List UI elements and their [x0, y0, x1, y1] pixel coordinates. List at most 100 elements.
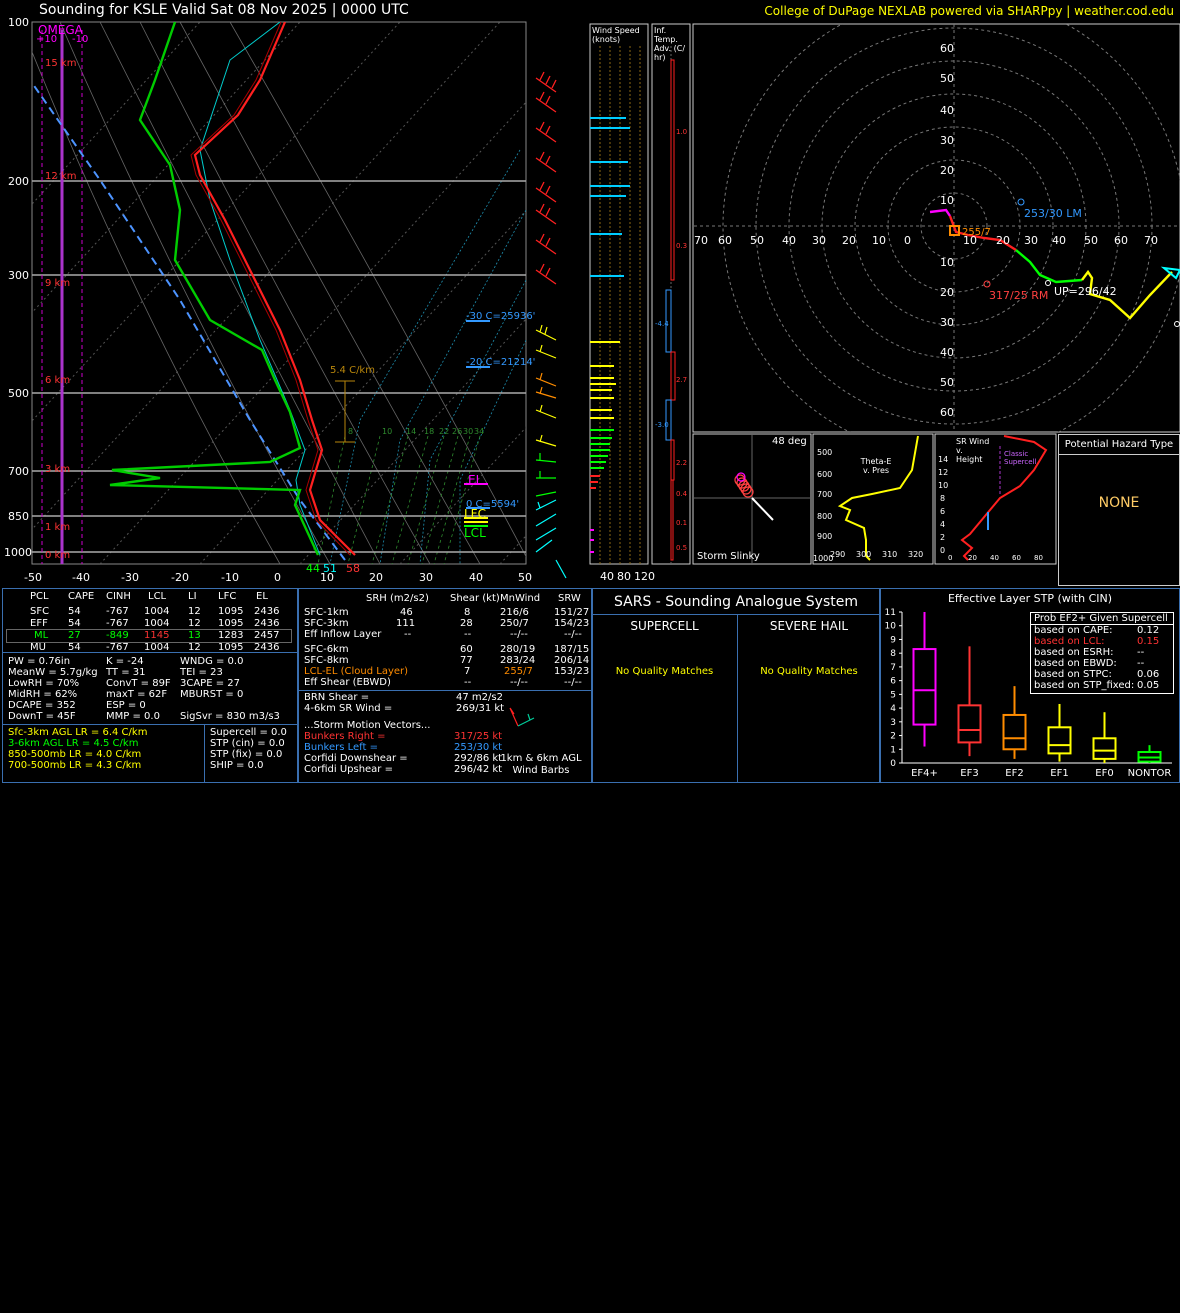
hx-r40: 40 — [1052, 234, 1066, 247]
hazard-value: NONE — [1098, 495, 1140, 511]
ita-5: -3.0 — [655, 421, 669, 429]
inf-temp-title: Inf. Temp. Adv. (C/ hr) — [654, 26, 686, 62]
ita-3: -4.4 — [655, 320, 669, 328]
hx-l70: 70 — [694, 234, 708, 247]
hx-l40: 40 — [782, 234, 796, 247]
h-3km: 3 km — [45, 464, 71, 475]
stp-y-tick-0: 0 — [890, 759, 896, 769]
srx-0: 0 — [948, 554, 953, 562]
stp-category-3: EF1 — [1050, 768, 1068, 779]
te-x290: 290 — [830, 550, 846, 559]
storm-slinky-title: Storm Slinky — [697, 551, 760, 562]
hy-u10: 10 — [940, 194, 954, 207]
pcl-sfc-2: -767 — [106, 606, 129, 617]
comp-ship: SHIP = 0.0 — [210, 760, 264, 771]
pcl-h-el: EL — [256, 591, 268, 602]
hx-l50: 50 — [750, 234, 764, 247]
stp-y-tick-2: 2 — [890, 732, 896, 742]
lapse-rates-block: Sfc-3km AGL LR = 6.4 C/km 3-6km AGL LR =… — [8, 727, 208, 779]
hy-u50: 50 — [940, 72, 954, 85]
p-200: 200 — [8, 175, 29, 188]
kin-r2-3: --/-- — [510, 629, 528, 640]
sr-wind-46-label: 4-6km SR Wind = — [304, 703, 393, 714]
te-p700: 700 — [817, 490, 833, 499]
idx-c3-5: SigSvr = 830 m3/s3 — [180, 711, 280, 722]
kin-h-srh: SRH (m2/s2) — [366, 593, 429, 604]
hx-0: 0 — [904, 234, 911, 247]
kin-r6-3: --/-- — [510, 677, 528, 688]
hy-d50: 50 — [940, 376, 954, 389]
p-1000: 1000 — [4, 546, 32, 559]
srx-20: 20 — [968, 554, 977, 562]
sars-title: SARS - Sounding Analogue System — [614, 594, 858, 610]
stp-category-0: EF4+ — [911, 768, 938, 779]
mr-22: 22 — [439, 427, 450, 436]
mini-wind-barbs — [509, 707, 535, 727]
el-label: EL — [468, 473, 483, 487]
stp-category-4: EF0 — [1095, 768, 1113, 779]
srx-60: 60 — [1012, 554, 1021, 562]
hazard-panel: Potential Hazard Type NONE — [1058, 434, 1180, 586]
te-x300: 300 — [856, 550, 872, 559]
t-20: 20 — [369, 571, 383, 584]
srx-40: 40 — [990, 554, 999, 562]
hx-l10: 10 — [872, 234, 886, 247]
hy-u30: 30 — [940, 134, 954, 147]
hazard-title: Potential Hazard Type — [1064, 439, 1174, 450]
mr-10: 10 — [382, 427, 393, 436]
sars-hail-title: SEVERE HAIL — [769, 619, 849, 633]
ita-6: 2.2 — [676, 459, 688, 467]
sfc-temp: 58 — [346, 562, 360, 575]
hy-u40: 40 — [940, 104, 954, 117]
stp-y-tick-6: 6 — [890, 677, 896, 687]
barb-caption: 1km & 6km AGL Wind Barbs — [500, 753, 582, 776]
srh-4: 4 — [940, 520, 946, 529]
hy-d20: 20 — [940, 286, 954, 299]
pcl-h-cinh: CINH — [106, 591, 131, 602]
te-x320: 320 — [908, 550, 924, 559]
stp-category-1: EF3 — [960, 768, 978, 779]
t--50: -50 — [24, 571, 42, 584]
mr-18: 18 — [424, 427, 435, 436]
ita-4: 2.7 — [676, 376, 688, 384]
stp-category-5: NONTOR — [1128, 768, 1172, 779]
corfidi-up-value: 296/42 kt — [454, 764, 503, 775]
hy-d10: 10 — [940, 256, 954, 269]
hx-r70: 70 — [1144, 234, 1158, 247]
t-30: 30 — [419, 571, 433, 584]
hx-r50: 50 — [1084, 234, 1098, 247]
hy-u20: 20 — [940, 164, 954, 177]
srx-80: 80 — [1034, 554, 1043, 562]
stp-category-2: EF2 — [1005, 768, 1023, 779]
h-12km: 12 km — [45, 171, 77, 182]
idx-c2-5: MMP = 0.0 — [106, 711, 160, 722]
srh-2: 2 — [940, 533, 946, 542]
stp-box-1 — [957, 704, 982, 744]
thermo-divider-2 — [2, 724, 298, 725]
pcl-h-lcl: LCL — [148, 591, 167, 602]
pcl-sfc-1: 54 — [68, 606, 81, 617]
composites-block: Supercell = 0.0 STP (cin) = 0.0 STP (fix… — [210, 727, 298, 779]
pcl-sfc-4: 12 — [188, 606, 201, 617]
omega-tick-plus: +10 — [36, 34, 58, 45]
sars-supercell-title: SUPERCELL — [630, 619, 699, 633]
pcl-ml-3: 1145 — [144, 630, 170, 641]
p-850: 850 — [8, 510, 29, 523]
pcl-h-cape: CAPE — [68, 591, 95, 602]
kin-r6-4: --/-- — [564, 677, 582, 688]
ita-2: 0.3 — [676, 242, 688, 250]
t-40: 40 — [469, 571, 483, 584]
mr-30: 30 — [463, 427, 474, 436]
p-700: 700 — [8, 465, 29, 478]
lr-700500: 700-500mb LR = 4.3 C/km — [8, 760, 142, 771]
hx-l20: 20 — [842, 234, 856, 247]
indices-block: PW = 0.76in MeanW = 5.7g/kg LowRH = 70% … — [8, 656, 298, 731]
hodo-rm-label: 317/25 RM — [989, 289, 1049, 302]
t--30: -30 — [121, 571, 139, 584]
upper-labels: OMEGA +10 -10 100 200 300 500 700 850 10… — [0, 0, 1180, 590]
stp-box-0 — [912, 648, 937, 726]
pcl-ml-1: 27 — [68, 630, 81, 641]
ita-9: 0.5 — [676, 544, 688, 552]
classic-supercell-label: Classic Supercell — [1004, 450, 1037, 466]
theta-e-title: Theta-E v. Pres — [860, 457, 892, 475]
